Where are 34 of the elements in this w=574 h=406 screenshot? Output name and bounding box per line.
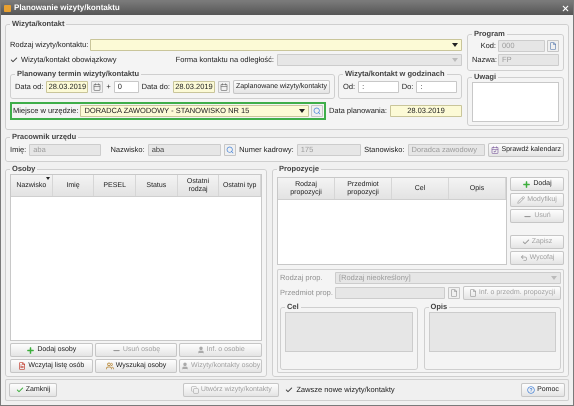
check-icon <box>16 386 24 394</box>
checkbox[interactable] <box>10 56 18 64</box>
app-icon <box>4 4 11 12</box>
document-icon <box>468 289 477 297</box>
check-icon <box>522 238 530 246</box>
person-icon <box>181 362 190 370</box>
caret-icon <box>299 109 305 113</box>
close-button[interactable] <box>560 3 570 13</box>
document-button[interactable] <box>547 40 559 52</box>
caret-icon <box>452 58 458 62</box>
document-button[interactable] <box>448 287 460 299</box>
caret-icon <box>551 276 557 280</box>
proposal-subject-field[interactable] <box>335 287 445 299</box>
pencil-icon <box>517 196 526 204</box>
document-icon <box>18 362 26 370</box>
copy-icon <box>190 386 199 394</box>
checkbox[interactable] <box>285 386 294 394</box>
search-button[interactable] <box>224 144 236 156</box>
search-button[interactable] <box>311 105 323 117</box>
sort-icon <box>46 177 50 180</box>
undo-icon <box>520 254 528 262</box>
notes-field[interactable] <box>472 82 559 122</box>
calendar-button[interactable] <box>218 81 230 93</box>
people-icon <box>106 362 114 370</box>
person-icon <box>196 346 205 354</box>
plus-icon <box>26 346 36 354</box>
window-title: Planowanie wizyty/kontaktu <box>14 2 121 14</box>
calendar-button[interactable] <box>91 81 104 93</box>
help-icon <box>527 386 536 394</box>
caret-icon <box>452 43 458 47</box>
goal-field[interactable] <box>285 312 412 352</box>
calendar-icon <box>491 146 500 154</box>
plus-icon <box>522 180 532 188</box>
description-field[interactable] <box>428 312 556 352</box>
